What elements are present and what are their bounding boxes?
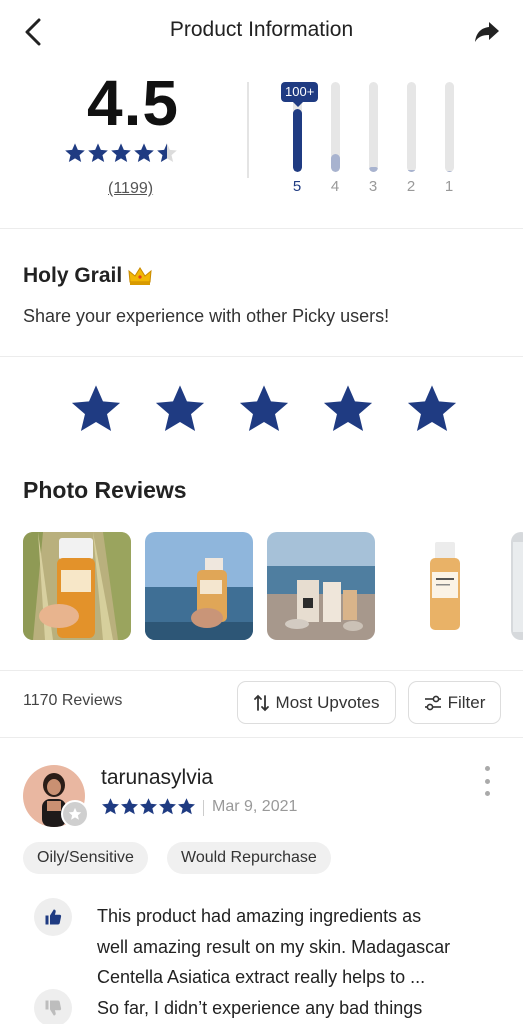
rating-bar-5[interactable]: 100+ 5 [281, 82, 319, 200]
share-arrow-icon [475, 22, 499, 42]
review-text: This product had amazing ingredients as … [97, 901, 507, 1023]
sort-label: Most Upvotes [275, 692, 380, 712]
review-photo-4[interactable] [389, 532, 497, 640]
review-stars [101, 797, 196, 816]
vertical-divider [247, 82, 249, 178]
more-options-button[interactable] [480, 766, 494, 796]
photo-reviews-title: Photo Reviews [23, 477, 187, 503]
holy-grail-heading: Holy Grail [23, 264, 152, 288]
half-star-icon [157, 143, 177, 162]
page-title: Product Information [169, 18, 354, 41]
separator [203, 800, 204, 816]
bar-label: 5 [292, 178, 302, 195]
review-photo-1[interactable] [23, 532, 131, 640]
divider [0, 670, 523, 671]
downvote-button[interactable] [34, 989, 72, 1024]
review-username[interactable]: tarunasylvia [101, 766, 213, 790]
rate-star-4[interactable] [320, 382, 376, 436]
holy-grail-title: Holy Grail [23, 264, 123, 287]
thumbs-up-icon [45, 909, 62, 925]
star-icon [140, 798, 157, 815]
count-badge: 100+ [281, 82, 319, 107]
bar-fill [293, 109, 302, 172]
sort-arrows-icon [253, 694, 269, 711]
star-icon [134, 143, 154, 162]
bar-fill [331, 154, 340, 172]
review-photo-2[interactable] [145, 532, 253, 640]
review-photo-5[interactable] [511, 532, 523, 640]
star-icon [121, 798, 138, 815]
crown-icon [128, 267, 152, 285]
star-icon [88, 143, 108, 162]
bar-label: 3 [368, 178, 378, 195]
star-icon [65, 143, 85, 162]
star-icon [178, 798, 195, 815]
review-text-line: well amazing result on my skin. Madagasc… [97, 936, 451, 957]
rating-bar-1[interactable]: 1 [434, 82, 464, 200]
upvote-button[interactable] [34, 898, 72, 936]
review-text-line: This product had amazing ingredients as [97, 906, 422, 926]
more-dot [484, 766, 490, 771]
bar-label: 2 [406, 178, 416, 195]
bar-label: 4 [330, 178, 340, 195]
review-text-line: Centella Asiatica extract really helps t… [97, 967, 426, 987]
divider [0, 228, 523, 229]
star-icon [68, 807, 82, 820]
review-tag-skin-type: Oily/Sensitive [23, 842, 148, 874]
filter-sliders-icon [424, 695, 441, 710]
star-icon [159, 798, 176, 815]
review-text-line: So far, I didn’t experience any bad thin… [97, 997, 423, 1018]
share-button[interactable] [473, 18, 503, 48]
rating-count-link[interactable]: (1199) [108, 180, 153, 198]
rate-star-2[interactable] [152, 382, 208, 436]
star-icon [102, 798, 119, 815]
rate-stars [68, 382, 460, 436]
bar-fill [369, 167, 378, 172]
average-rating: 4.5 [87, 67, 179, 139]
bar-track [445, 82, 454, 172]
rating-bar-4[interactable]: 4 [320, 82, 350, 200]
bar-label: 1 [444, 178, 454, 195]
rating-summary: 4.5 (1199) 100+ 5 4 3 2 1 [0, 64, 523, 228]
star-icon [111, 143, 131, 162]
review-date: Mar 9, 2021 [212, 798, 298, 815]
review-photo-3[interactable] [267, 532, 375, 640]
rate-star-3[interactable] [236, 382, 292, 436]
divider [0, 737, 523, 738]
filter-button[interactable]: Filter [408, 681, 501, 724]
rating-bar-3[interactable]: 3 [358, 82, 388, 200]
app-header: Product Information [0, 0, 523, 64]
rate-star-5[interactable] [404, 382, 460, 436]
bar-track [331, 82, 340, 172]
filter-label: Filter [447, 692, 486, 712]
user-level-badge [61, 800, 89, 828]
sort-button[interactable]: Most Upvotes [237, 681, 396, 724]
bar-fill [445, 171, 454, 172]
more-dot [484, 778, 490, 784]
holy-grail-subtitle: Share your experience with other Picky u… [23, 306, 390, 326]
average-stars [64, 142, 178, 164]
review-tag-repurchase: Would Repurchase [167, 842, 331, 874]
reviews-count: 1170 Reviews [23, 692, 123, 709]
more-dot [484, 791, 490, 796]
bar-track [407, 82, 416, 172]
rate-star-1[interactable] [68, 382, 124, 436]
divider [0, 356, 523, 357]
rating-distribution: 100+ 5 4 3 2 1 [281, 82, 472, 202]
rating-bar-2[interactable]: 2 [396, 82, 426, 200]
bar-track [369, 82, 378, 172]
thumbs-down-icon [45, 1000, 62, 1016]
bar-fill [407, 170, 416, 172]
